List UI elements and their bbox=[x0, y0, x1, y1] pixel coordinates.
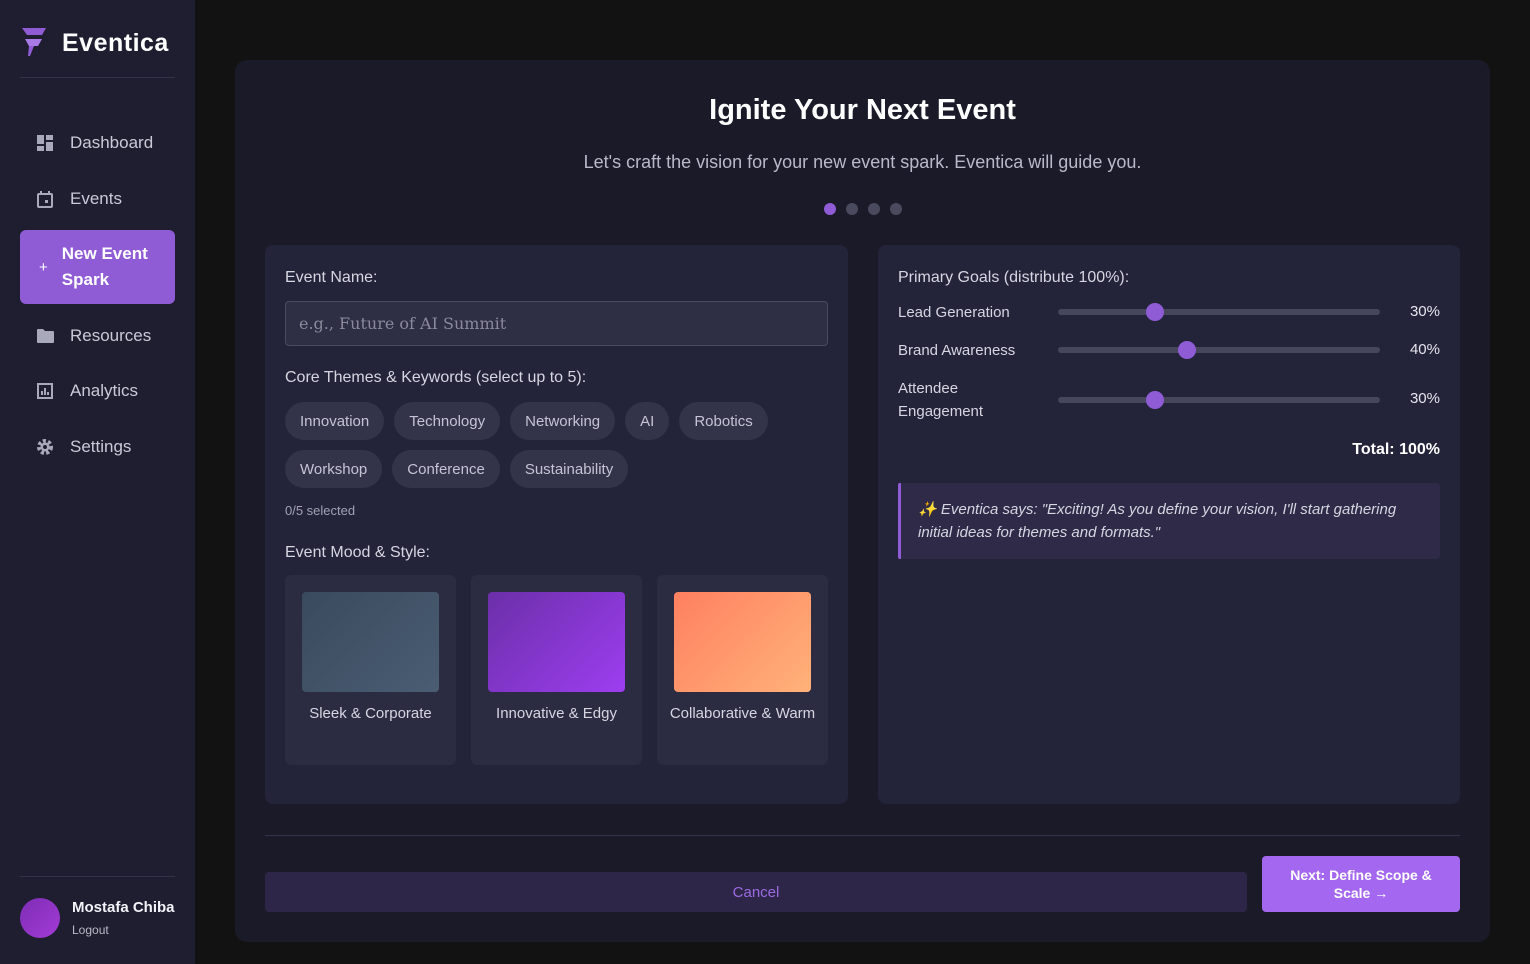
event-name-input[interactable] bbox=[285, 301, 828, 346]
nav-item-resources[interactable]: Resources bbox=[20, 312, 175, 360]
nav-item-settings[interactable]: Settings bbox=[20, 423, 175, 471]
nav-item-dashboard[interactable]: Dashboard bbox=[20, 119, 175, 167]
avatar[interactable] bbox=[20, 898, 60, 938]
divider bbox=[265, 835, 1460, 836]
page-subtitle: Let's craft the vision for your new even… bbox=[583, 152, 1142, 172]
nav-item-analytics[interactable]: Analytics bbox=[20, 367, 175, 415]
goal-value-attendee-engagement: 30% bbox=[1409, 390, 1440, 407]
goal-label-lead-generation: Lead Generation bbox=[898, 304, 1010, 321]
theme-chip-workshop[interactable]: Workshop bbox=[285, 450, 383, 488]
theme-chip-innovation[interactable]: Innovation bbox=[285, 402, 385, 440]
theme-chip-sustainability[interactable]: Sustainability bbox=[509, 450, 629, 488]
calendar-icon bbox=[36, 190, 54, 208]
goals-label: Primary Goals (distribute 100%): bbox=[898, 269, 1130, 286]
brand[interactable]: Eventica bbox=[20, 26, 175, 78]
assistant-message: ✨ Eventica says: "Exciting! As you defin… bbox=[898, 483, 1440, 559]
nav-item-events[interactable]: Events bbox=[20, 175, 175, 223]
slider-thumb[interactable] bbox=[1177, 341, 1196, 359]
mood-label: Event Mood & Style: bbox=[285, 544, 430, 561]
goal-label-attendee-engagement: Attendee Engagement bbox=[898, 380, 984, 420]
logo-icon bbox=[20, 26, 48, 58]
goal-value-brand-awareness: 40% bbox=[1409, 341, 1440, 358]
goal-value-lead-generation: 30% bbox=[1409, 303, 1440, 320]
sidebar: Eventica Dashboard Events + New Event Sp… bbox=[0, 0, 195, 964]
app-name: Eventica bbox=[62, 29, 169, 57]
theme-chips: Innovation Technology Networking AI Robo… bbox=[285, 402, 805, 488]
mood-card-innovative-edgy[interactable]: Innovative & Edgy bbox=[471, 575, 642, 765]
slider-thumb[interactable] bbox=[1145, 303, 1164, 321]
themes-selected-count: 0/5 selected bbox=[285, 503, 356, 518]
goals-panel: Primary Goals (distribute 100%): Lead Ge… bbox=[878, 245, 1460, 804]
user-name: Mostafa Chiba bbox=[72, 899, 175, 916]
nav-label: Settings bbox=[70, 437, 132, 456]
theme-chip-ai[interactable]: AI bbox=[625, 402, 670, 440]
dashboard-icon bbox=[36, 134, 54, 152]
nav-label: Dashboard bbox=[70, 133, 154, 152]
goal-slider-lead-generation[interactable] bbox=[1058, 303, 1380, 321]
step-indicator bbox=[824, 203, 902, 215]
divider bbox=[20, 876, 175, 877]
slider-thumb[interactable] bbox=[1145, 391, 1164, 409]
next-button[interactable]: Next: Define Scope & Scale → bbox=[1262, 856, 1460, 912]
theme-chip-conference[interactable]: Conference bbox=[392, 450, 500, 488]
event-details-panel: Event Name: Core Themes & Keywords (sele… bbox=[265, 245, 848, 804]
mood-label-text: Innovative & Edgy bbox=[496, 705, 617, 722]
theme-chip-technology[interactable]: Technology bbox=[394, 402, 501, 440]
themes-label: Core Themes & Keywords (select up to 5): bbox=[285, 369, 587, 386]
step-dot-1[interactable] bbox=[824, 203, 836, 215]
mood-label-text: Collaborative & Warm bbox=[669, 705, 816, 722]
step-dot-3[interactable] bbox=[868, 203, 880, 215]
event-name-label: Event Name: bbox=[285, 269, 378, 286]
wizard-card: Ignite Your Next Event Let's craft the v… bbox=[235, 60, 1490, 942]
step-dot-2[interactable] bbox=[846, 203, 858, 215]
assistant-message-text: ✨ Eventica says: "Exciting! As you defin… bbox=[918, 501, 1397, 541]
folder-icon bbox=[36, 327, 54, 345]
goals-total: Total: 100% bbox=[1352, 441, 1440, 458]
mood-card-collaborative-warm[interactable]: Collaborative & Warm bbox=[657, 575, 828, 765]
goal-slider-attendee-engagement[interactable] bbox=[1058, 391, 1380, 409]
logout-link[interactable]: Logout bbox=[72, 923, 109, 937]
mood-label-text: Sleek & Corporate bbox=[309, 705, 432, 722]
chart-icon bbox=[36, 382, 54, 400]
theme-chip-robotics[interactable]: Robotics bbox=[679, 402, 768, 440]
gear-icon bbox=[36, 438, 54, 456]
goal-label-brand-awareness: Brand Awareness bbox=[898, 342, 1016, 359]
nav-label: Analytics bbox=[70, 381, 139, 400]
mood-swatch bbox=[674, 592, 811, 692]
theme-chip-networking[interactable]: Networking bbox=[510, 402, 616, 440]
cancel-button[interactable]: Cancel bbox=[265, 872, 1247, 912]
nav-label: Events bbox=[70, 189, 122, 208]
mood-card-sleek-corporate[interactable]: Sleek & Corporate bbox=[285, 575, 456, 765]
goal-slider-brand-awareness[interactable] bbox=[1058, 341, 1380, 359]
mood-swatch bbox=[488, 592, 625, 692]
nav-item-new-event-spark[interactable]: + New Event Spark bbox=[20, 230, 175, 304]
page-title: Ignite Your Next Event bbox=[709, 94, 1016, 126]
plus-icon: + bbox=[39, 258, 48, 276]
nav-label: Resources bbox=[70, 326, 152, 345]
nav-label: New Event Spark bbox=[61, 244, 148, 289]
mood-swatch bbox=[302, 592, 439, 692]
step-dot-4[interactable] bbox=[890, 203, 902, 215]
